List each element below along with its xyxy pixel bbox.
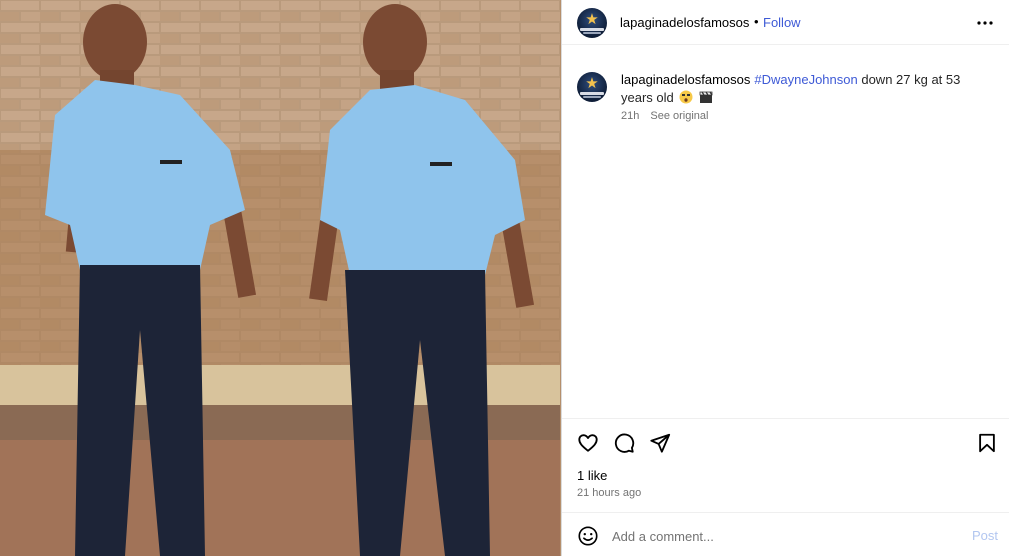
caption-meta: 21h See original [621, 110, 708, 122]
avatar[interactable]: ★ [577, 8, 607, 38]
logo-text-bar [580, 92, 604, 95]
separator-dot: • [754, 14, 759, 29]
post-caption: lapaginadelosfamosos #DwayneJohnson down … [621, 71, 991, 107]
emoji-icon[interactable] [577, 525, 599, 547]
clapper-board-emoji-icon [699, 91, 713, 103]
comment-bar: Post [562, 512, 1009, 556]
logo-text-bar [580, 28, 604, 31]
logo-text-bar [583, 32, 601, 34]
person-photo [280, 0, 560, 556]
more-options-icon[interactable] [975, 13, 995, 33]
follow-button[interactable]: Follow [763, 15, 801, 30]
share-icon[interactable] [649, 432, 671, 454]
logo-text-bar [583, 96, 601, 98]
avatar[interactable]: ★ [577, 72, 607, 102]
post-timestamp[interactable]: 21 hours ago [577, 487, 641, 499]
post-header: ★ lapaginadelosfamosos • Follow [562, 0, 1009, 45]
post-author-username[interactable]: lapaginadelosfamosos [620, 15, 749, 30]
post-photo-right [280, 0, 560, 556]
bookmark-icon[interactable] [976, 432, 998, 454]
comment-icon[interactable] [613, 432, 635, 454]
post-actions-bar [562, 418, 1009, 464]
post-side-panel: ★ lapaginadelosfamosos • Follow ★ lapagi… [561, 0, 1009, 556]
post-media[interactable] [0, 0, 561, 556]
comment-input[interactable] [612, 525, 942, 547]
person-photo [0, 0, 280, 556]
star-logo-icon: ★ [585, 75, 599, 92]
like-count[interactable]: 1 like [577, 468, 607, 483]
see-original-link[interactable]: See original [650, 110, 708, 122]
caption-username[interactable]: lapaginadelosfamosos [621, 72, 750, 87]
star-logo-icon: ★ [585, 11, 599, 28]
caption-hashtag[interactable]: #DwayneJohnson [754, 72, 857, 87]
post-photo-left [0, 0, 280, 556]
shocked-face-emoji-icon [679, 90, 693, 104]
heart-icon[interactable] [577, 432, 599, 454]
post-comment-button[interactable]: Post [972, 528, 998, 543]
post-time-short[interactable]: 21h [621, 110, 639, 122]
